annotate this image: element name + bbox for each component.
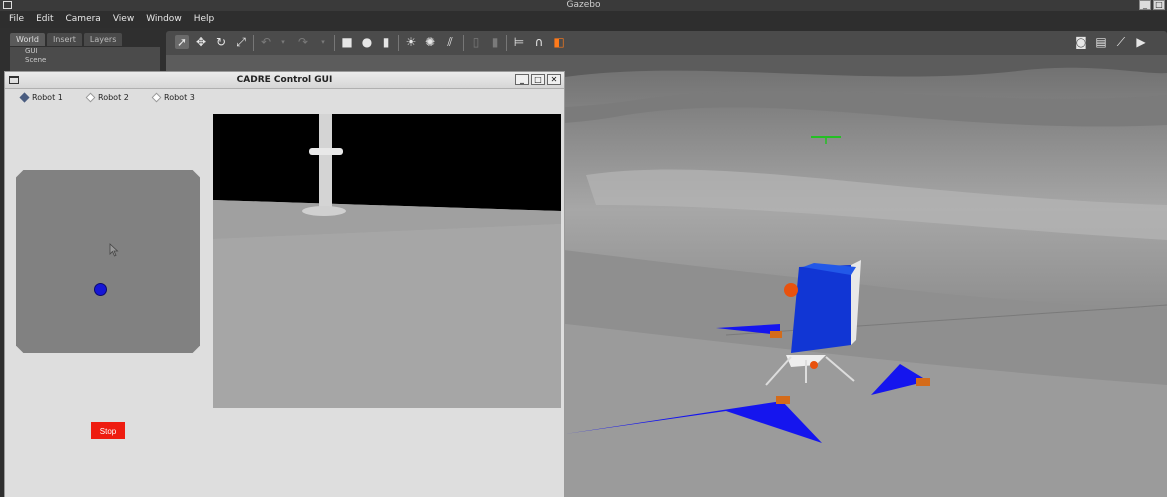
tree-item-scene[interactable]: Scene [10,56,160,65]
dialog-maximize-button[interactable]: □ [531,74,545,85]
menu-help[interactable]: Help [194,11,215,28]
redo-icon[interactable]: ↷ [296,35,310,49]
tab-world[interactable]: World [10,33,45,46]
paste-icon[interactable]: ▮ [488,35,502,49]
box-shape-icon[interactable]: ■ [340,35,354,49]
radio-indicator-selected [19,92,30,103]
menu-camera[interactable]: Camera [66,11,101,28]
point-light-icon[interactable]: ☀ [404,35,418,49]
minimize-button[interactable]: _ [1139,0,1151,10]
scale-tool-icon[interactable]: ⤢ [234,35,248,49]
spot-light-icon[interactable]: ✺ [423,35,437,49]
record-video-icon[interactable]: ▶ [1134,35,1148,49]
snap-icon[interactable]: ∩ [532,35,546,49]
plot-icon[interactable]: ⟋ [1114,35,1128,49]
cadre-control-dialog: CADRE Control GUI _ □ ✕ Robot 1 Robot 2 … [5,72,564,497]
toolbar-separator [334,35,335,51]
tab-layers[interactable]: Layers [83,33,123,46]
radio-indicator [85,92,96,103]
redo-history-icon[interactable]: ▾ [316,35,330,49]
directional-light-icon[interactable]: ⫽ [443,35,457,49]
left-panel-tabs: World Insert Layers [10,33,123,46]
toolbar-separator [506,35,507,51]
gazebo-title-bar: Gazebo _ □ [0,0,1167,11]
radio-indicator [151,92,162,103]
toolbar-separator [463,35,464,51]
robot-camera-view [213,114,561,408]
menu-view[interactable]: View [113,11,134,28]
robot-1-radio[interactable]: Robot 1 [19,92,63,103]
window-menu-icon[interactable] [3,1,12,9]
mouse-cursor-icon [109,243,119,257]
tab-insert[interactable]: Insert [46,33,82,46]
menu-edit[interactable]: Edit [36,11,53,28]
rotate-tool-icon[interactable]: ↻ [214,35,228,49]
joystick-pad[interactable] [16,170,200,353]
menu-file[interactable]: File [9,11,24,28]
toolbar-separator [398,35,399,51]
robot-2-radio[interactable]: Robot 2 [85,92,129,103]
mast-crossbar [309,148,343,155]
stop-button[interactable]: Stop [91,422,125,439]
world-tree: GUI Scene [10,47,160,75]
robot-3-label: Robot 3 [164,93,195,102]
robot-2-label: Robot 2 [98,93,129,102]
copy-icon[interactable]: ▯ [469,35,483,49]
align-icon[interactable]: ⊨ [512,35,526,49]
cylinder-shape-icon[interactable]: ▮ [379,35,393,49]
toolbar-separator [253,35,254,51]
robot-1-label: Robot 1 [32,93,63,102]
dialog-minimize-button[interactable]: _ [515,74,529,85]
mast-base [302,206,346,216]
select-tool-icon[interactable]: ➚ [175,35,189,49]
toolbar: ➚ ✥ ↻ ⤢ ↶ ▾ ↷ ▾ ■ ● ▮ ☀ ✺ ⫽ ▯ ▮ ⊨ ∩ ◧ ◙ … [166,31,1167,55]
robot-3-radio[interactable]: Robot 3 [151,92,195,103]
undo-history-icon[interactable]: ▾ [276,35,290,49]
window-title: Gazebo [566,0,601,10]
camera-feed-render [213,114,561,408]
dialog-close-button[interactable]: ✕ [547,74,561,85]
dialog-title: CADRE Control GUI [236,75,333,85]
menu-window[interactable]: Window [146,11,182,28]
log-icon[interactable]: ▤ [1094,35,1108,49]
view-angle-icon[interactable]: ◧ [552,35,566,49]
dialog-title-bar: CADRE Control GUI _ □ ✕ [5,72,564,89]
sphere-shape-icon[interactable]: ● [360,35,374,49]
undo-icon[interactable]: ↶ [259,35,273,49]
dialog-menu-icon[interactable] [9,76,19,84]
joystick-handle[interactable] [94,283,107,296]
translate-tool-icon[interactable]: ✥ [194,35,208,49]
menu-bar: File Edit Camera View Window Help [0,11,1167,28]
lander-mast [319,114,332,210]
maximize-button[interactable]: □ [1153,0,1165,10]
robot-1-model [770,331,782,338]
robot-2-model [776,396,790,404]
tree-item-gui[interactable]: GUI [10,47,160,56]
robot-3-model [916,378,930,386]
screenshot-icon[interactable]: ◙ [1074,35,1088,49]
